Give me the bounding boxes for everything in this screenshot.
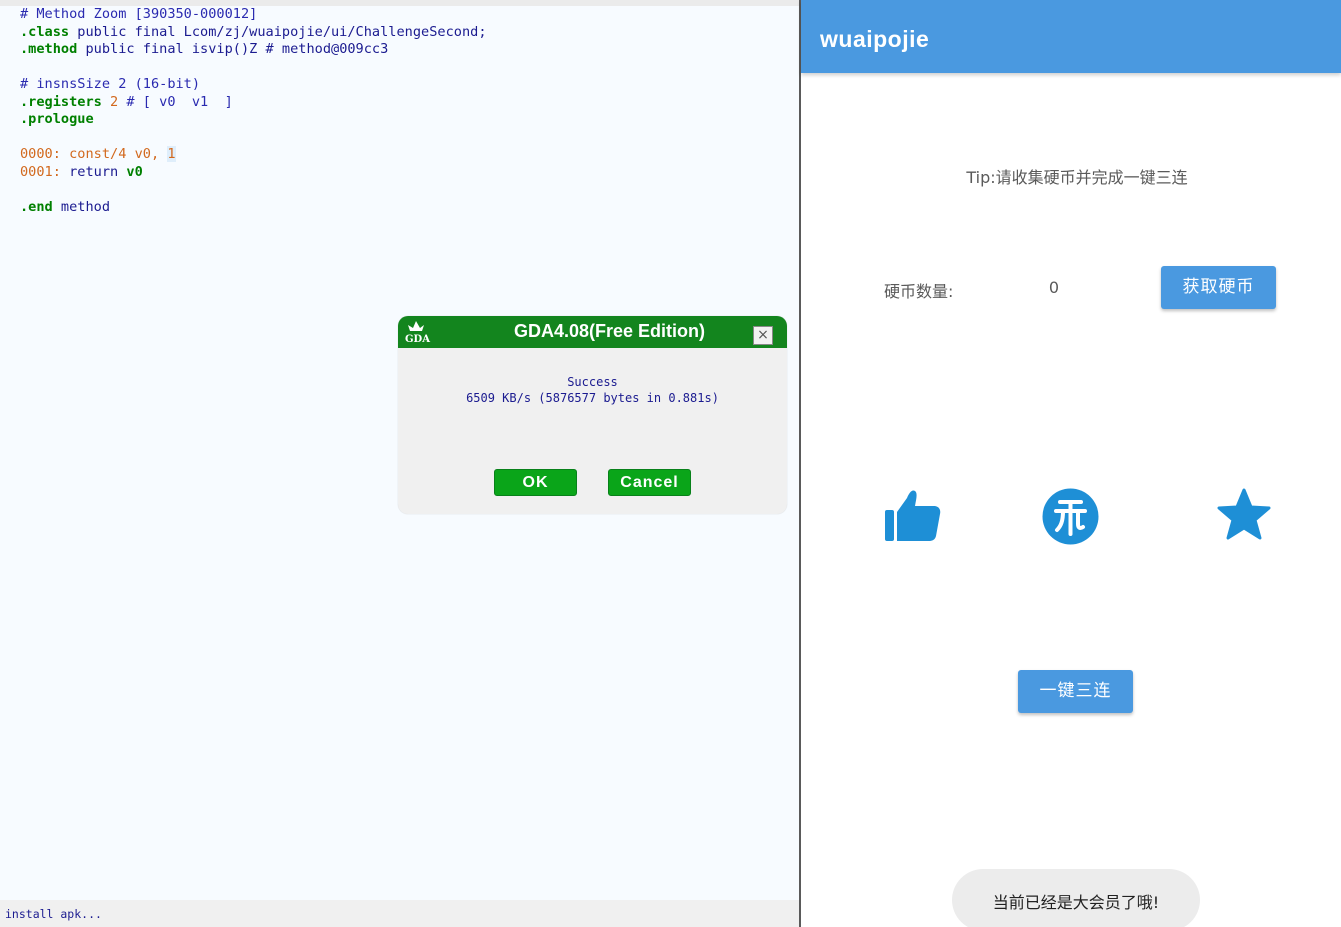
close-icon: × [757, 327, 769, 343]
code-token: 0000: [20, 146, 61, 162]
code-line: 0000: const/4 v0, 1 [20, 146, 790, 164]
code-token: .method [20, 41, 78, 57]
ok-button[interactable]: OK [494, 469, 577, 496]
dialog-message-details: 6509 KB/s (5876577 bytes in 0.881s) [466, 391, 719, 405]
smali-code-area[interactable]: # Method Zoom [390350-000012] .class publ… [20, 6, 790, 216]
thumbs-up-icon[interactable] [885, 488, 941, 544]
dialog-titlebar[interactable]: GDA GDA4.08(Free Edition) × [398, 316, 787, 348]
tip-text: Tip:请收集硬币并完成一键三连 [966, 168, 1188, 187]
code-token: .registers [20, 93, 102, 110]
code-token: 0001: [20, 163, 61, 180]
dialog-close-button[interactable]: × [753, 326, 773, 345]
dialog-title: GDA4.08(Free Edition) [513, 321, 706, 341]
status-text: install apk... [5, 907, 102, 921]
code-token: 1 [167, 146, 176, 162]
code-line: .method public final isvip()Z # method@0… [20, 41, 790, 59]
code-token: .end [20, 198, 53, 215]
code-token: public final isvip()Z # method@009cc3 [77, 41, 389, 57]
coin-icon[interactable] [1042, 488, 1099, 545]
code-token: # Method Zoom [390350-000012] [20, 6, 258, 22]
code-token: # insnsSize 2 (16-bit) [20, 76, 201, 92]
code-line: # Method Zoom [390350-000012] [20, 6, 790, 24]
android-app-screen: wuaipojie Tip:请收集硬币并完成一键三连 硬币数量: 0 获取硬币 … [801, 0, 1341, 927]
coin-count-value: 0 [1048, 278, 1060, 297]
app-title: wuaipojie [820, 26, 930, 52]
code-token: method [52, 198, 111, 215]
code-line: .registers 2 # [ v0 v1 ] [20, 94, 790, 112]
toast-message: 当前已经是大会员了哦! [952, 869, 1200, 927]
code-token: const/4 v0, [60, 146, 168, 162]
app-bar: wuaipojie [801, 0, 1341, 73]
code-line: .class public final Lcom/zj/wuaipojie/ui… [20, 24, 790, 42]
coin-count-label: 硬币数量: [884, 282, 954, 301]
code-token: public final Lcom/zj/wuaipojie/ui/Challe… [69, 23, 487, 40]
triple-action-button[interactable]: 一键三连 [1018, 670, 1133, 713]
code-token: 2 [101, 93, 119, 110]
code-token: .prologue [20, 111, 94, 127]
dialog-message-status: Success [567, 375, 618, 389]
code-token: # [ v0 v1 ] [118, 93, 233, 110]
code-token: return [60, 163, 127, 180]
cancel-button[interactable]: Cancel [608, 469, 691, 496]
status-bar: install apk... [0, 900, 799, 927]
code-line: # insnsSize 2 (16-bit) [20, 76, 790, 94]
code-line: .end method [20, 199, 790, 217]
get-coin-button[interactable]: 获取硬币 [1161, 266, 1276, 309]
code-line: .prologue [20, 111, 790, 129]
gda-message-dialog: GDA GDA4.08(Free Edition) × Success 6509… [398, 316, 787, 514]
code-token: v0 [126, 163, 143, 180]
code-line: 0001: return v0 [20, 164, 790, 182]
star-icon[interactable] [1216, 488, 1272, 544]
code-token: .class [20, 23, 70, 40]
